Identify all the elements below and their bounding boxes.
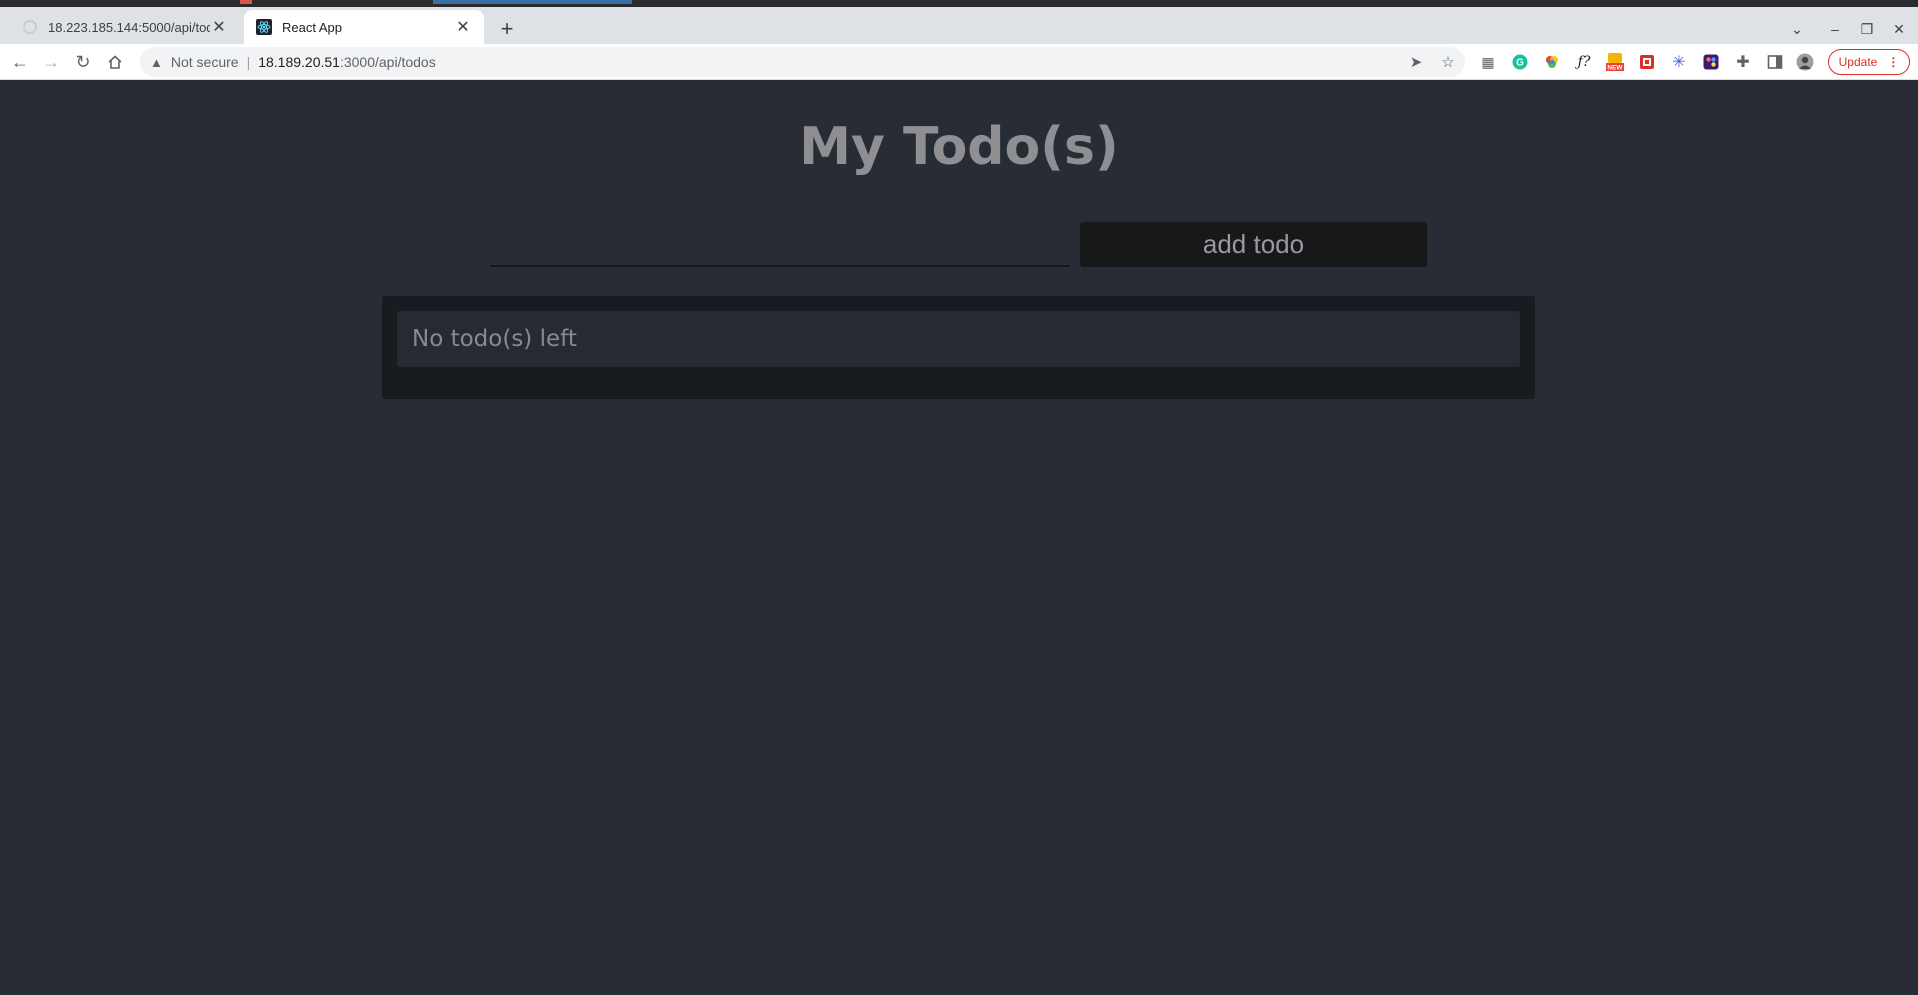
browser-toolbar: ← → ↻ ▲ Not secure | 18.189.20.51:3000/a… (0, 44, 1918, 80)
screenshot-icon[interactable] (1637, 52, 1657, 72)
qr-code-icon[interactable]: ▦ (1478, 52, 1498, 72)
puzzle-icon[interactable]: ✚ (1733, 52, 1753, 72)
globe-icon (22, 19, 38, 35)
update-label: Update (1838, 55, 1878, 69)
home-icon[interactable] (102, 49, 128, 75)
page-content: My Todo(s) add todo No todo(s) left (0, 80, 1918, 995)
close-window-icon[interactable]: ✕ (1886, 16, 1912, 42)
add-todo-button[interactable]: add todo (1080, 222, 1427, 267)
tab-bar: 18.223.185.144:5000/api/todos ✕ React Ap… (0, 7, 1918, 44)
snowflake-icon[interactable]: ✳ (1669, 52, 1689, 72)
os-strip-mark (433, 0, 632, 4)
todo-input[interactable] (490, 220, 1070, 267)
warning-icon: ▲ (150, 54, 163, 70)
minimize-icon[interactable]: – (1822, 16, 1848, 42)
todo-list: No todo(s) left (382, 296, 1535, 399)
new-badge-extension-icon[interactable]: NEW (1605, 52, 1625, 72)
tab-search-chevron-icon[interactable]: ⌄ (1784, 16, 1810, 42)
url-host: 18.189.20.51 (258, 54, 340, 70)
page-title: My Todo(s) (799, 117, 1119, 177)
tab-title: 18.223.185.144:5000/api/todos (48, 19, 210, 35)
toggle-extension-icon[interactable] (1701, 52, 1721, 72)
reload-icon[interactable]: ↻ (70, 49, 96, 75)
tab-api-todos[interactable]: 18.223.185.144:5000/api/todos ✕ (10, 10, 240, 44)
react-icon (256, 19, 272, 35)
profile-avatar-icon[interactable] (1795, 52, 1815, 72)
close-icon[interactable]: ✕ (210, 18, 228, 36)
svg-text:NEW: NEW (1607, 65, 1623, 72)
close-icon[interactable]: ✕ (454, 18, 472, 36)
grammarly-icon[interactable]: G (1510, 52, 1530, 72)
more-options-icon: ⋮ (1887, 55, 1900, 69)
forward-icon[interactable]: → (38, 49, 64, 75)
tab-title: React App (282, 19, 342, 35)
side-panel-icon[interactable] (1765, 52, 1785, 72)
svg-text:G: G (1516, 58, 1524, 69)
function-icon[interactable]: ƒ? (1574, 52, 1594, 72)
security-label: Not secure (170, 54, 239, 70)
new-tab-button[interactable]: + (494, 16, 520, 42)
address-bar[interactable]: ▲ Not secure | 18.189.20.51:3000/api/tod… (140, 47, 1465, 77)
back-icon[interactable]: ← (7, 49, 33, 75)
empty-state-message: No todo(s) left (397, 311, 1520, 367)
bookmark-star-icon[interactable]: ☆ (1438, 52, 1458, 72)
color-wheel-icon[interactable] (1542, 52, 1562, 72)
send-icon[interactable]: ➤ (1406, 52, 1426, 72)
restore-icon[interactable]: ❐ (1854, 16, 1880, 42)
url-path: :3000/api/todos (339, 54, 436, 70)
os-top-strip (0, 0, 1918, 7)
update-button[interactable]: Update ⋮ (1828, 49, 1910, 75)
address-separator: | (246, 54, 251, 70)
tab-react-app[interactable]: React App ✕ (244, 10, 484, 44)
os-strip-mark (240, 0, 252, 4)
